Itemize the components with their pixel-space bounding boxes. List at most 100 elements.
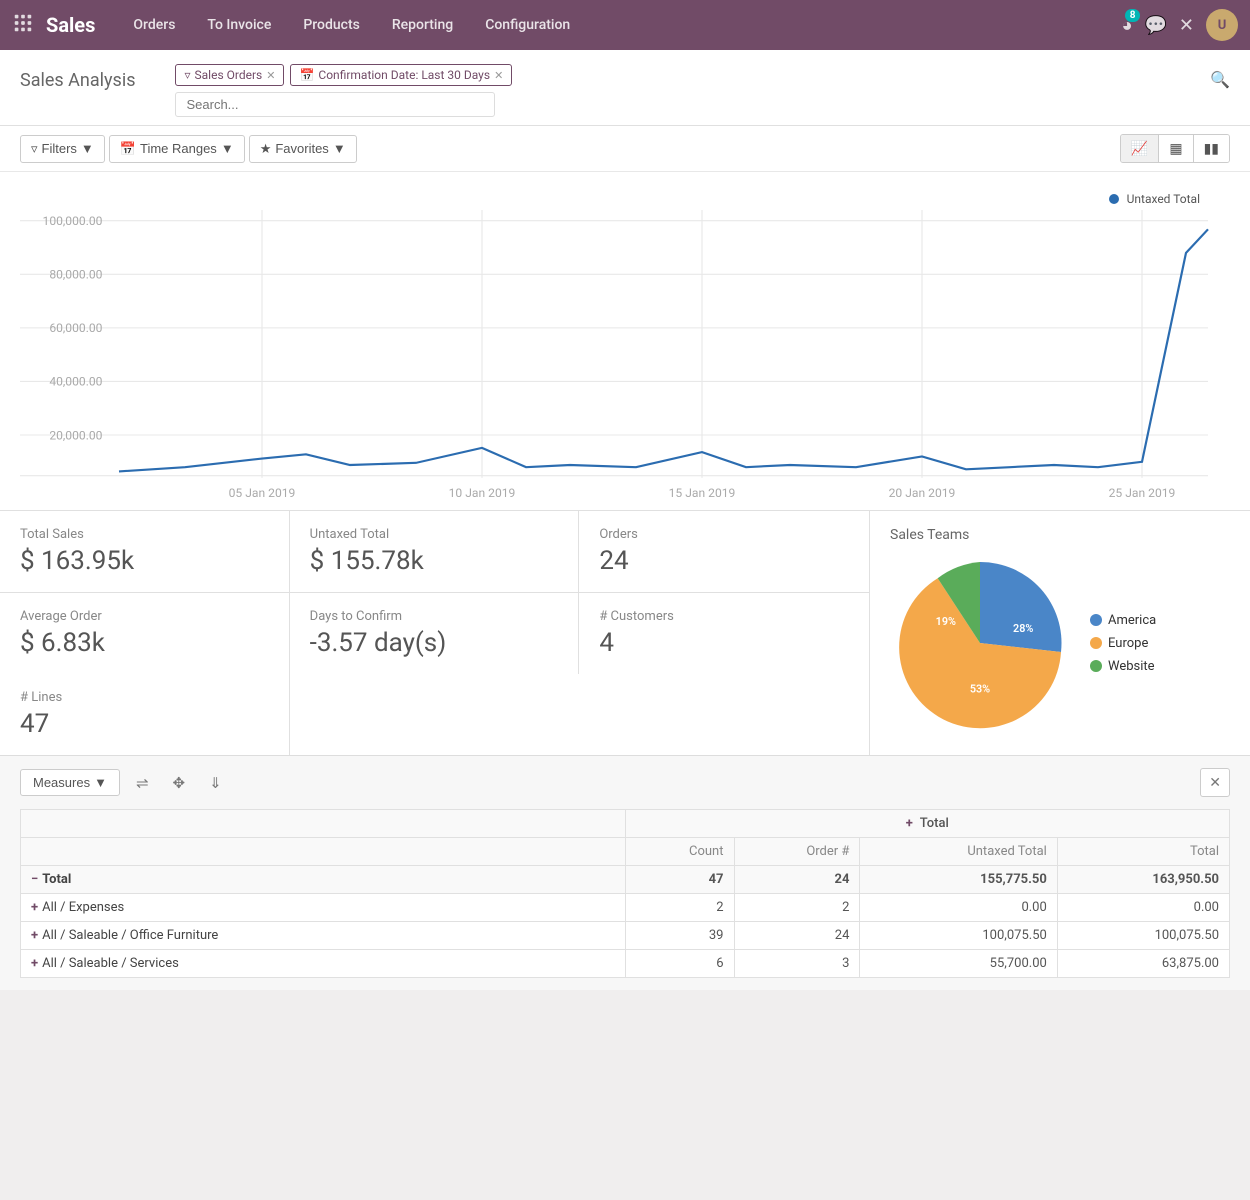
svg-text:40,000.00: 40,000.00 — [49, 375, 102, 389]
row-value-0-0: 47 — [625, 866, 734, 894]
search-input[interactable] — [175, 92, 495, 117]
legend-label-europe: Europe — [1108, 636, 1148, 651]
table-row: +All / Saleable / Office Furniture392410… — [21, 922, 1230, 950]
legend-color-america — [1090, 614, 1102, 626]
nav-products[interactable]: Products — [289, 9, 374, 41]
filters-button[interactable]: ▿ Filters ▼ — [20, 135, 105, 163]
nav-to-invoice[interactable]: To Invoice — [193, 9, 285, 41]
view-chart-button[interactable]: 📈 — [1121, 135, 1158, 162]
stat-empty-2 — [579, 674, 869, 755]
stat-lines-value: 47 — [20, 709, 269, 739]
row-value-3-0: 6 — [625, 950, 734, 978]
svg-text:25 Jan 2019: 25 Jan 2019 — [1109, 486, 1176, 500]
stat-untaxed-total: Untaxed Total $ 155.78k — [290, 511, 580, 593]
user-avatar[interactable]: U — [1206, 9, 1238, 41]
measures-chevron-icon: ▼ — [94, 775, 107, 790]
filter-tag-sales-orders[interactable]: ▿ Sales Orders ✕ — [175, 64, 284, 86]
app-logo[interactable]: Sales — [46, 13, 95, 37]
columns-toggle-button[interactable]: ⇌ — [128, 769, 157, 797]
filter-icon: ▿ — [31, 141, 38, 157]
pivot-empty-header — [21, 838, 626, 866]
pivot-group-header: + Total — [625, 810, 1230, 838]
filter-tag-date[interactable]: 📅 Confirmation Date: Last 30 Days ✕ — [290, 64, 512, 86]
time-ranges-label: Time Ranges — [140, 141, 217, 156]
row-value-1-3: 0.00 — [1057, 894, 1229, 922]
sales-teams-section: Sales Teams 28% 53% 19% America — [870, 511, 1250, 755]
pie-chart-svg: 28% 53% 19% — [890, 553, 1070, 733]
row-expand-icon[interactable]: + — [31, 956, 38, 971]
row-value-2-2: 100,075.50 — [860, 922, 1057, 950]
row-label-3: +All / Saleable / Services — [21, 950, 626, 978]
svg-text:100,000.00: 100,000.00 — [43, 214, 103, 228]
row-value-1-1: 2 — [734, 894, 860, 922]
row-expand-icon[interactable]: + — [31, 928, 38, 943]
calendar-icon: 📅 — [299, 68, 314, 82]
stats-grid: Total Sales $ 163.95k Untaxed Total $ 15… — [0, 511, 870, 755]
view-bar-button[interactable]: ▮▮ — [1193, 135, 1229, 162]
row-collapse-icon[interactable]: − — [31, 872, 38, 887]
stat-orders-value: 24 — [599, 546, 849, 576]
filter-date-label: Confirmation Date: Last 30 Days — [318, 68, 490, 82]
pie-legend: America Europe Website — [1090, 613, 1156, 674]
stat-orders: Orders 24 — [579, 511, 869, 593]
notification-badge: 8 — [1125, 9, 1141, 22]
svg-text:80,000.00: 80,000.00 — [49, 268, 102, 282]
expand-rows-button[interactable]: ✥ — [165, 769, 194, 797]
chat-icon[interactable]: 💬 — [1144, 15, 1166, 36]
row-value-1-2: 0.00 — [860, 894, 1057, 922]
favorites-button[interactable]: ★ Favorites ▼ — [249, 135, 357, 163]
stat-days-value: -3.57 day(s) — [310, 628, 559, 658]
star-icon: ★ — [260, 141, 272, 157]
time-ranges-button[interactable]: 📅 Time Ranges ▼ — [109, 135, 245, 163]
svg-text:20,000.00: 20,000.00 — [49, 428, 102, 442]
download-button[interactable]: ⇓ — [201, 769, 230, 797]
app-grid-icon[interactable] — [12, 12, 34, 38]
row-value-0-2: 155,775.50 — [860, 866, 1057, 894]
view-table-button[interactable]: ▦ — [1158, 135, 1192, 162]
top-navigation: Sales Orders To Invoice Products Reporti… — [0, 0, 1250, 50]
svg-text:19%: 19% — [936, 615, 956, 628]
svg-text:53%: 53% — [970, 683, 990, 696]
filters-label: Filters — [42, 141, 77, 156]
controls-left: ▿ Filters ▼ 📅 Time Ranges ▼ ★ Favorites … — [20, 135, 357, 163]
stat-customers-value: 4 — [599, 628, 849, 658]
filter-funnel-icon: ▿ — [184, 68, 190, 82]
row-value-0-1: 24 — [734, 866, 860, 894]
legend-label-america: America — [1108, 613, 1156, 628]
stat-total-sales-label: Total Sales — [20, 527, 269, 542]
measures-button[interactable]: Measures ▼ — [20, 769, 120, 796]
pivot-col-order: Order # — [734, 838, 860, 866]
nav-reporting[interactable]: Reporting — [378, 9, 467, 41]
stat-days-confirm: Days to Confirm -3.57 day(s) — [290, 593, 580, 674]
stat-lines: # Lines 47 — [0, 674, 290, 755]
filter-bar: ▿ Sales Orders ✕ 📅 Confirmation Date: La… — [175, 64, 1210, 117]
pivot-group-expand-icon[interactable]: + — [906, 816, 913, 831]
settings-icon[interactable]: ✕ — [1179, 15, 1194, 36]
nav-orders[interactable]: Orders — [119, 9, 189, 41]
filter-date-remove-icon[interactable]: ✕ — [494, 69, 503, 82]
stat-avg-order: Average Order $ 6.83k — [0, 593, 290, 674]
row-label-0: −Total — [21, 866, 626, 894]
filters-chevron: ▼ — [81, 141, 94, 156]
fullscreen-button[interactable]: ✕ — [1200, 768, 1230, 797]
chart-svg: 100,000.00 80,000.00 60,000.00 40,000.00… — [20, 210, 1230, 510]
row-value-2-1: 24 — [734, 922, 860, 950]
stats-section: Total Sales $ 163.95k Untaxed Total $ 15… — [0, 510, 1250, 755]
stat-avg-value: $ 6.83k — [20, 628, 269, 658]
legend-label-website: Website — [1108, 659, 1155, 674]
chart-area: Untaxed Total 100,000.00 80,000.00 60,00… — [0, 172, 1250, 510]
stat-total-sales: Total Sales $ 163.95k — [0, 511, 290, 593]
pie-chart-title: Sales Teams — [890, 527, 1230, 543]
pivot-col-total: Total — [1057, 838, 1229, 866]
stat-customers: # Customers 4 — [579, 593, 869, 674]
nav-configuration[interactable]: Configuration — [471, 9, 584, 41]
search-icon[interactable]: 🔍 — [1210, 64, 1230, 89]
table-row: +All / Saleable / Services6355,700.0063,… — [21, 950, 1230, 978]
row-expand-icon[interactable]: + — [31, 900, 38, 915]
svg-text:28%: 28% — [1013, 622, 1033, 635]
measures-label: Measures — [33, 775, 90, 790]
notifications-icon[interactable]: ◕ 8 — [1122, 15, 1133, 36]
filter-remove-icon[interactable]: ✕ — [266, 69, 275, 82]
bottom-section: Measures ▼ ⇌ ✥ ⇓ ✕ + Total Count Order #… — [0, 755, 1250, 990]
favorites-label: Favorites — [275, 141, 328, 156]
